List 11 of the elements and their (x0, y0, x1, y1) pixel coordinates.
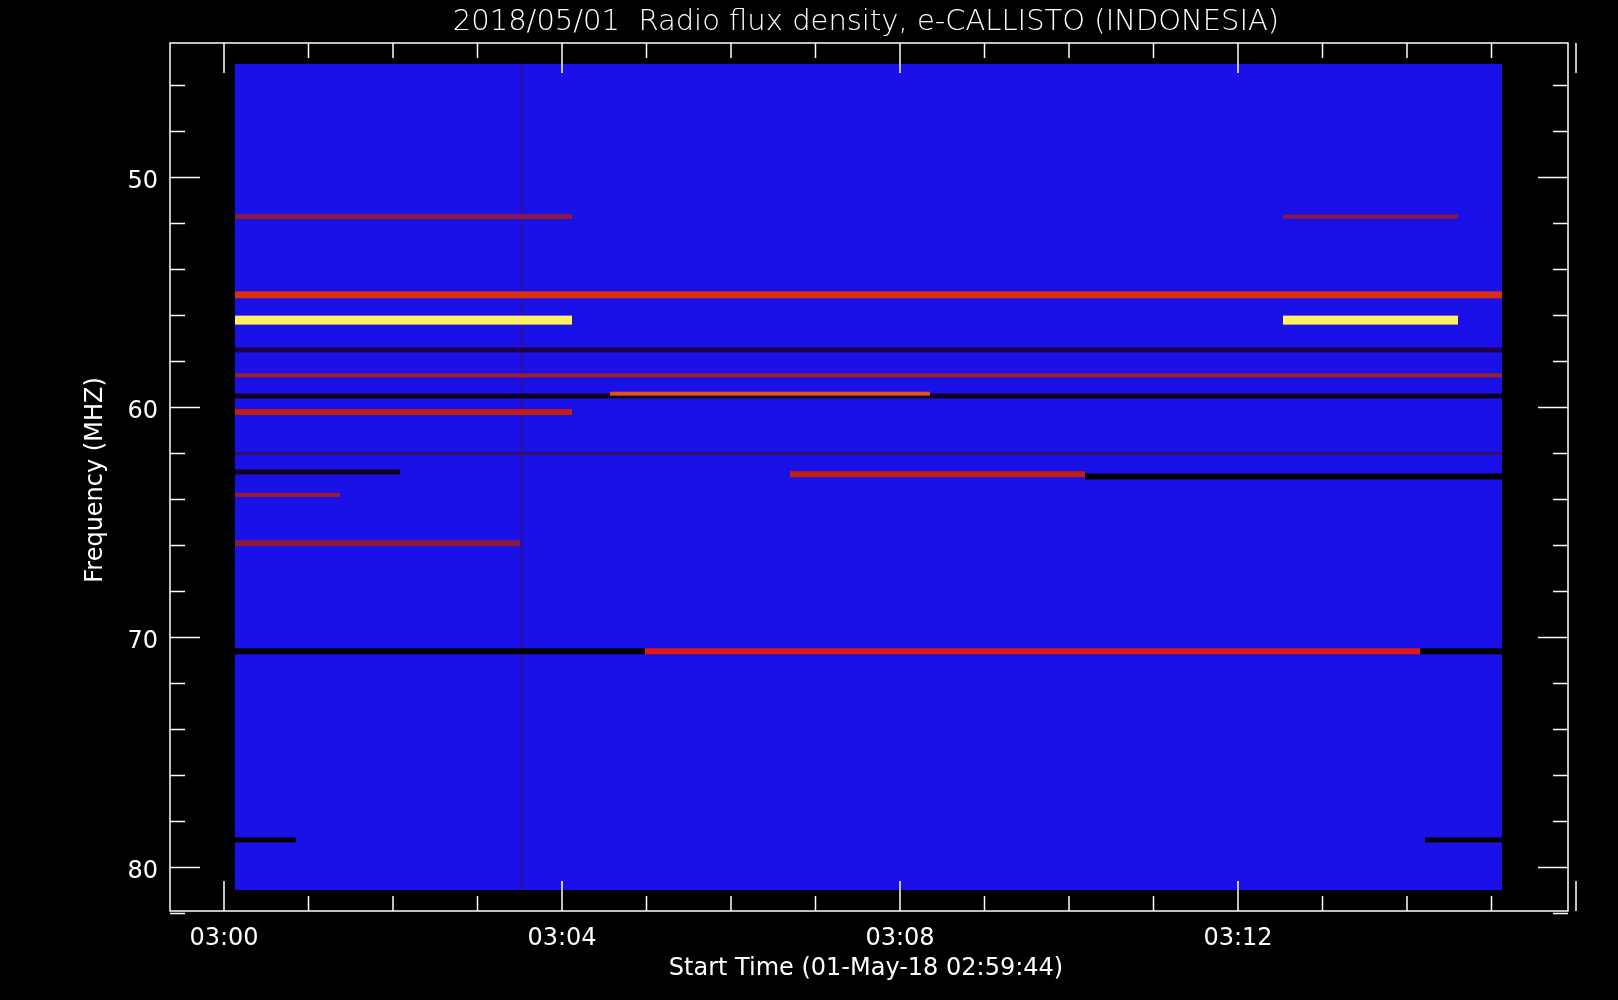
tick-label: 80 (127, 855, 158, 884)
tick-label: 03:00 (189, 923, 259, 951)
tick-label: 60 (127, 395, 158, 424)
tick-label: 70 (127, 625, 158, 654)
tick-label: 50 (127, 165, 158, 194)
plot-title: 2018/05/01 Radio flux density, e-CALLISTO (INDONESIA) (452, 3, 1280, 37)
tick-label: 03:12 (1203, 923, 1273, 951)
tick-label: 03:04 (527, 923, 597, 951)
axis-label: Start Time (01-May-18 02:59:44) (668, 953, 1064, 981)
axis-label: Frequency (MHZ) (80, 377, 108, 583)
tick-label: 03:08 (865, 923, 935, 951)
